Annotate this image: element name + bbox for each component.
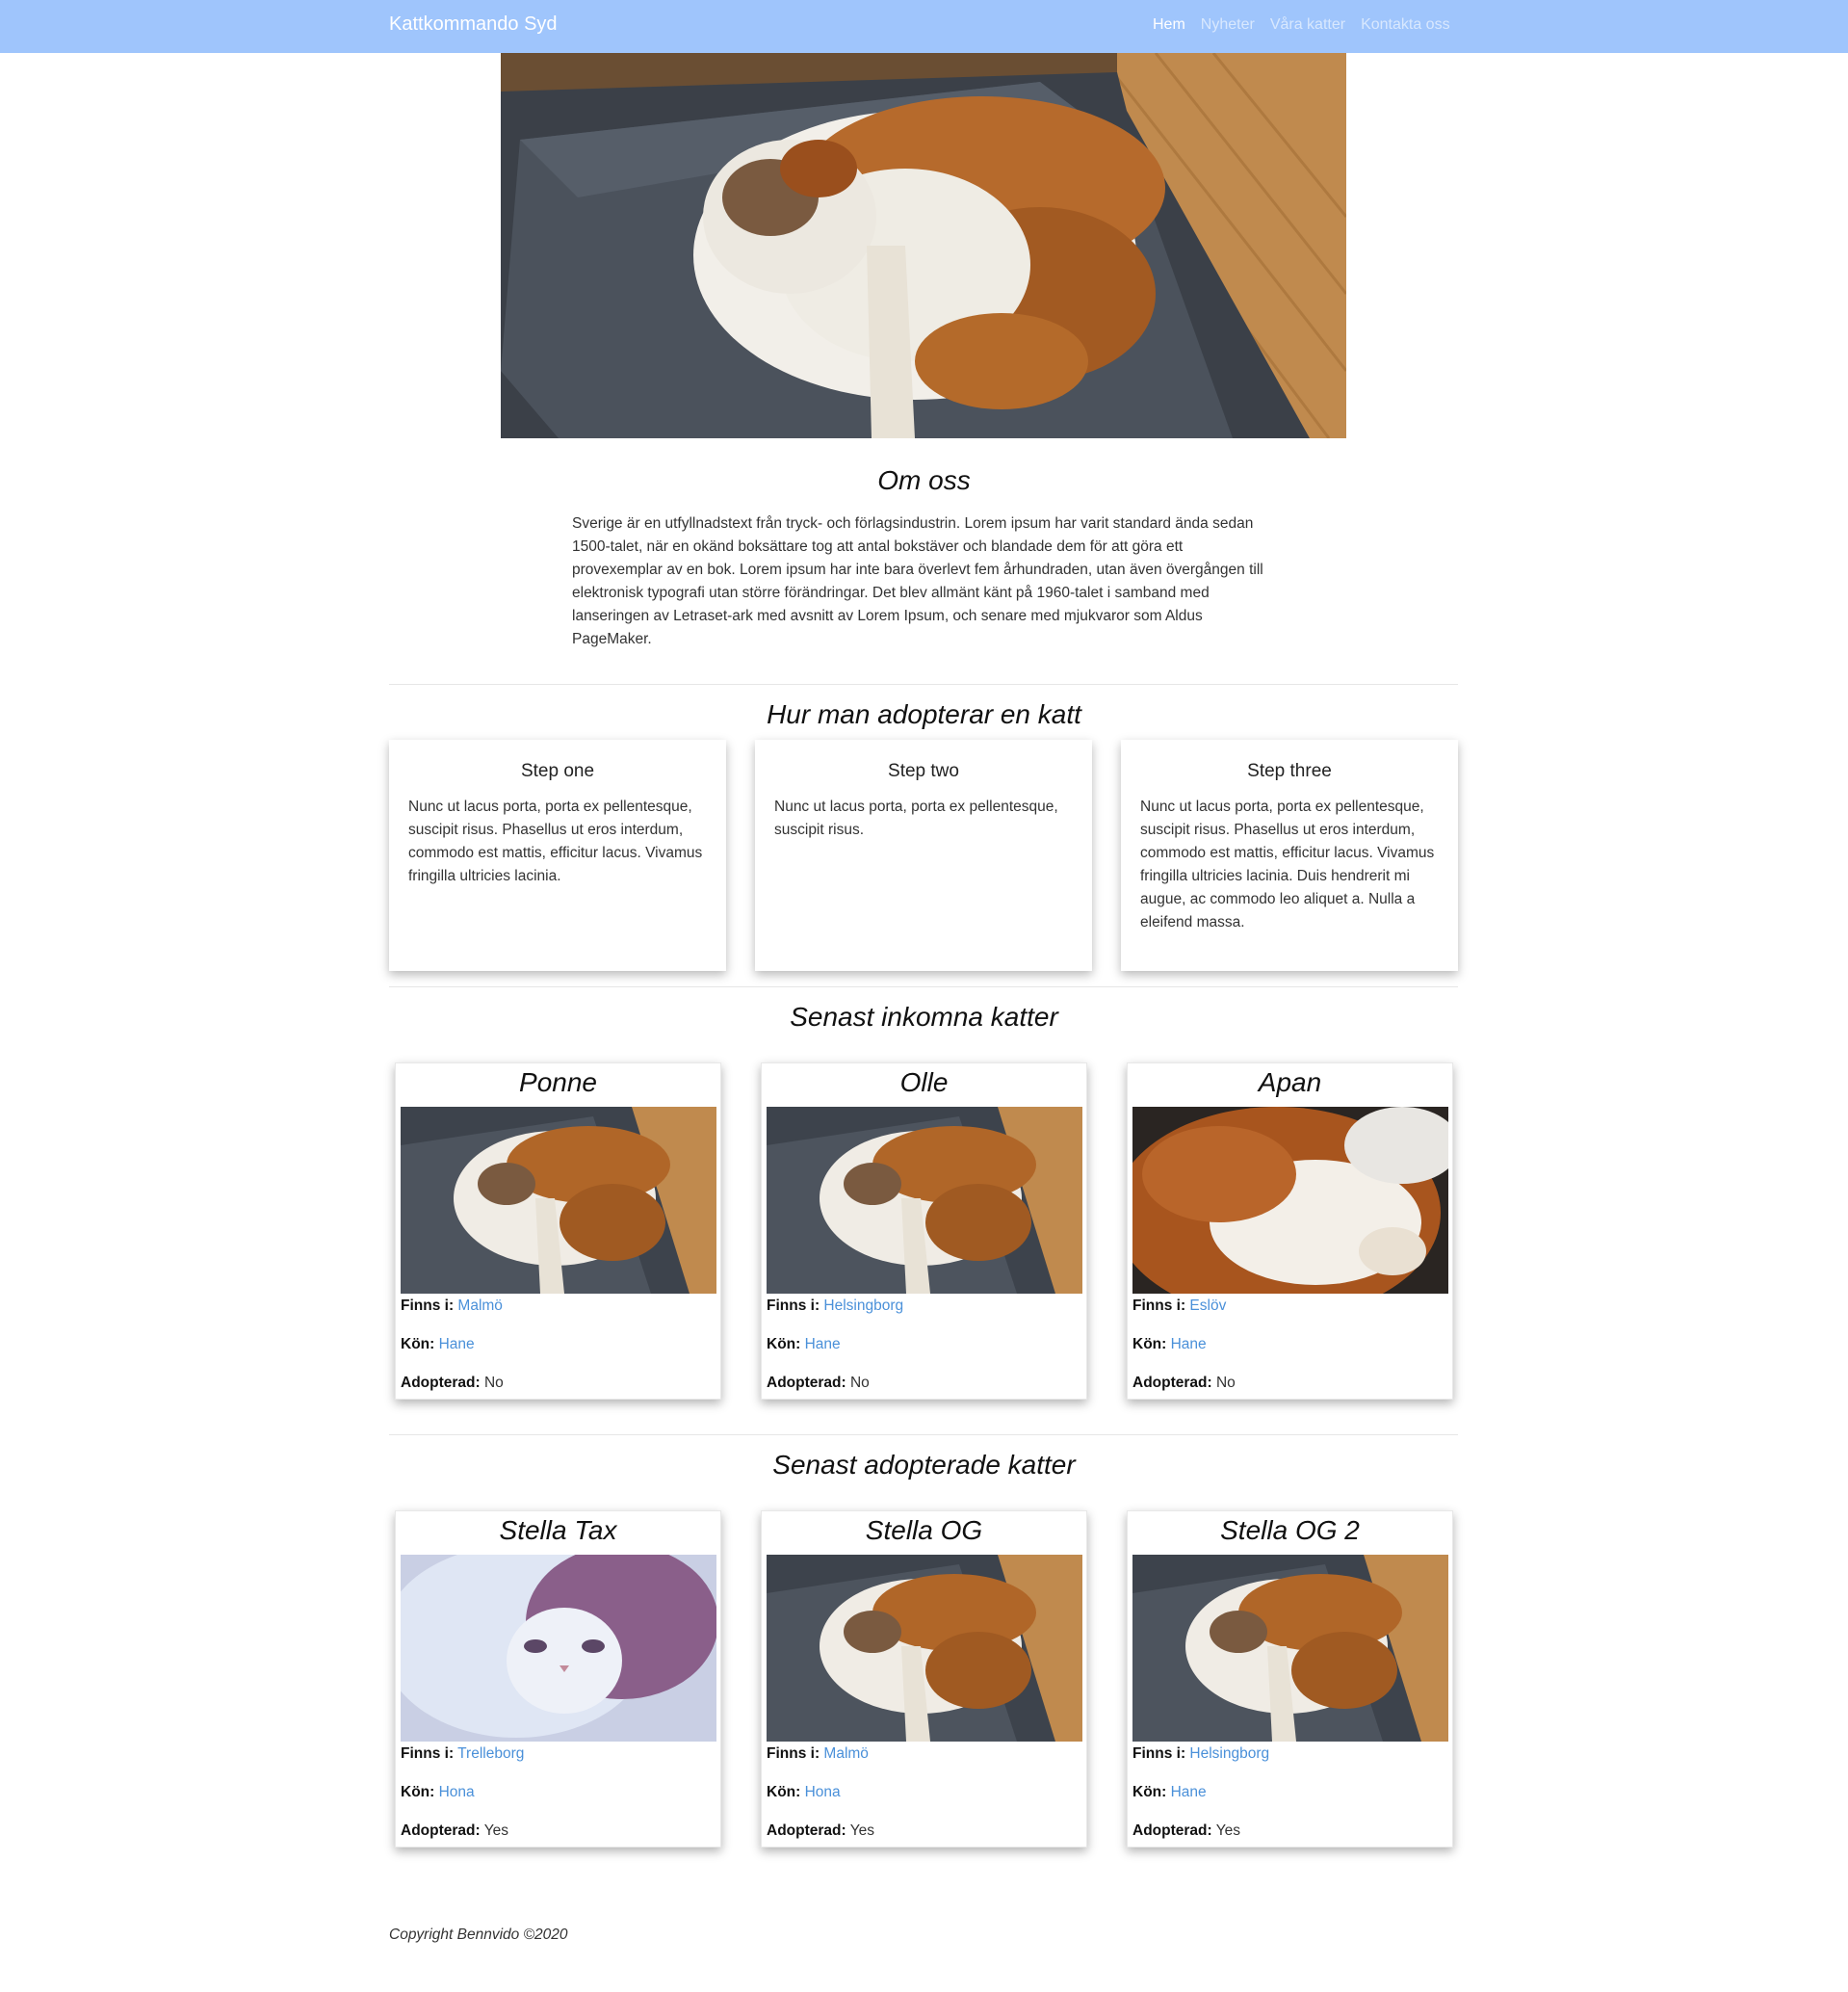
top-navbar: Kattkommando Syd Hem Nyheter Våra katter… — [0, 0, 1848, 53]
location-label: Finns i: — [401, 1745, 455, 1762]
hero-image — [501, 53, 1346, 438]
step-text: Nunc ut lacus porta, porta ex pellentesq… — [408, 799, 703, 884]
adopted-label: Adopterad: — [401, 1822, 481, 1839]
location-label: Finns i: — [767, 1745, 820, 1762]
step-card-two: Step two Nunc ut lacus porta, porta ex p… — [755, 740, 1092, 971]
divider — [389, 684, 1458, 685]
cat-location-link[interactable]: Helsingborg — [823, 1297, 903, 1314]
cat-photo — [1132, 1555, 1448, 1742]
about-title: Om oss — [877, 465, 971, 495]
nav-link-nyheter[interactable]: Nyheter — [1201, 16, 1255, 34]
cat-location-link[interactable]: Helsingborg — [1189, 1745, 1269, 1762]
cat-adopted-value: Yes — [1215, 1822, 1240, 1839]
divider — [389, 986, 1458, 987]
cat-adopted-value: Yes — [849, 1822, 874, 1839]
cat-location-link[interactable]: Trelleborg — [457, 1745, 524, 1762]
location-label: Finns i: — [1132, 1745, 1186, 1762]
cat-adopted-value: No — [483, 1375, 504, 1391]
cat-gender-link[interactable]: Hona — [805, 1784, 841, 1800]
cat-adopted-row: Adopterad: No — [1132, 1375, 1236, 1392]
gender-label: Kön: — [1132, 1784, 1167, 1800]
cat-adopted-row: Adopterad: Yes — [767, 1822, 874, 1840]
step-card-one: Step one Nunc ut lacus porta, porta ex p… — [389, 740, 726, 971]
cat-gender-link[interactable]: Hane — [1171, 1784, 1207, 1800]
cat-card-stella-og-2[interactable]: Stella OG 2 Finns i: Helsingborg Kön: Ha… — [1127, 1510, 1453, 1848]
cat-gender-row: Kön: Hane — [401, 1336, 475, 1353]
recent-title: Senast inkomna katter — [790, 1002, 1058, 1032]
about-text: Sverige är en utfyllnadstext från tryck-… — [572, 515, 1263, 647]
cat-card-stella-og[interactable]: Stella OG Finns i: Malmö Kön: Hona Adopt… — [761, 1510, 1087, 1848]
divider — [389, 1434, 1458, 1435]
cat-adopted-value: Yes — [483, 1822, 508, 1839]
cat-photo — [767, 1107, 1082, 1294]
step-title: Step three — [1247, 761, 1332, 781]
cat-location-row: Finns i: Trelleborg — [401, 1745, 524, 1763]
nav-link-kontakta-oss[interactable]: Kontakta oss — [1361, 16, 1450, 34]
cat-location-link[interactable]: Eslöv — [1189, 1297, 1226, 1314]
adopted-label: Adopterad: — [1132, 1375, 1212, 1391]
cat-location-row: Finns i: Malmö — [767, 1745, 869, 1763]
step-card-three: Step three Nunc ut lacus porta, porta ex… — [1121, 740, 1458, 971]
cat-photo — [767, 1555, 1082, 1742]
adopted-label: Adopterad: — [1132, 1822, 1212, 1839]
cat-name: Olle — [899, 1067, 949, 1097]
cat-gender-row: Kön: Hona — [401, 1784, 475, 1801]
nav-links: Hem Nyheter Våra katter Kontakta oss — [1153, 16, 1450, 34]
cat-gender-row: Kön: Hane — [1132, 1336, 1207, 1353]
cat-location-link[interactable]: Malmö — [823, 1745, 869, 1762]
gender-label: Kön: — [767, 1336, 801, 1352]
cat-name: Stella Tax — [499, 1515, 617, 1545]
footer-copyright: Copyright Bennvido ©2020 — [389, 1926, 568, 1943]
cat-location-link[interactable]: Malmö — [457, 1297, 503, 1314]
cat-adopted-value: No — [1215, 1375, 1236, 1391]
adopted-label: Adopterad: — [767, 1822, 846, 1839]
cat-photo — [401, 1107, 716, 1294]
cat-location-row: Finns i: Helsingborg — [1132, 1745, 1269, 1763]
location-label: Finns i: — [1132, 1297, 1186, 1314]
cat-adopted-row: Adopterad: Yes — [1132, 1822, 1240, 1840]
cat-photo — [401, 1555, 716, 1742]
cat-adopted-row: Adopterad: No — [401, 1375, 504, 1392]
gender-label: Kön: — [401, 1784, 435, 1800]
gender-label: Kön: — [401, 1336, 435, 1352]
cat-card-olle[interactable]: Olle Finns i: Helsingborg Kön: Hane Adop… — [761, 1062, 1087, 1400]
nav-link-hem[interactable]: Hem — [1153, 16, 1185, 34]
cat-gender-link[interactable]: Hona — [439, 1784, 475, 1800]
cat-name: Stella OG — [865, 1515, 983, 1545]
cat-gender-row: Kön: Hane — [1132, 1784, 1207, 1801]
location-label: Finns i: — [767, 1297, 820, 1314]
adopt-title: Hur man adopterar en katt — [767, 699, 1081, 729]
cat-gender-link[interactable]: Hane — [1171, 1336, 1207, 1352]
cat-name: Apan — [1258, 1067, 1322, 1097]
gender-label: Kön: — [767, 1784, 801, 1800]
adopted-label: Adopterad: — [401, 1375, 481, 1391]
adopted-label: Adopterad: — [767, 1375, 846, 1391]
cat-photo — [1132, 1107, 1448, 1294]
step-title: Step one — [520, 761, 595, 781]
step-text: Nunc ut lacus porta, porta ex pellentesq… — [774, 799, 1058, 838]
cat-name: Stella OG 2 — [1220, 1515, 1360, 1545]
cat-name: Ponne — [519, 1067, 597, 1097]
cat-location-row: Finns i: Helsingborg — [767, 1297, 903, 1315]
cat-adopted-value: No — [849, 1375, 870, 1391]
cat-location-row: Finns i: Eslöv — [1132, 1297, 1226, 1315]
brand-link[interactable]: Kattkommando Syd — [389, 13, 558, 36]
nav-link-vara-katter[interactable]: Våra katter — [1270, 16, 1345, 34]
cat-gender-link[interactable]: Hane — [439, 1336, 475, 1352]
adopted-title: Senast adopterade katter — [772, 1450, 1076, 1480]
step-title: Step two — [888, 761, 959, 781]
cat-card-ponne[interactable]: Ponne Finns i: Malmö Kön: Hane Adopterad… — [395, 1062, 721, 1400]
gender-label: Kön: — [1132, 1336, 1167, 1352]
cat-adopted-row: Adopterad: No — [767, 1375, 870, 1392]
cat-location-row: Finns i: Malmö — [401, 1297, 503, 1315]
location-label: Finns i: — [401, 1297, 455, 1314]
cat-adopted-row: Adopterad: Yes — [401, 1822, 508, 1840]
cat-card-stella-tax[interactable]: Stella Tax Finns i: Trelleborg Kön: Hona… — [395, 1510, 721, 1848]
step-text: Nunc ut lacus porta, porta ex pellentesq… — [1140, 799, 1435, 930]
cat-gender-row: Kön: Hane — [767, 1336, 841, 1353]
cat-card-apan[interactable]: Apan Finns i: Eslöv Kön: Hane Adopterad:… — [1127, 1062, 1453, 1400]
cat-gender-row: Kön: Hona — [767, 1784, 841, 1801]
cat-gender-link[interactable]: Hane — [805, 1336, 841, 1352]
